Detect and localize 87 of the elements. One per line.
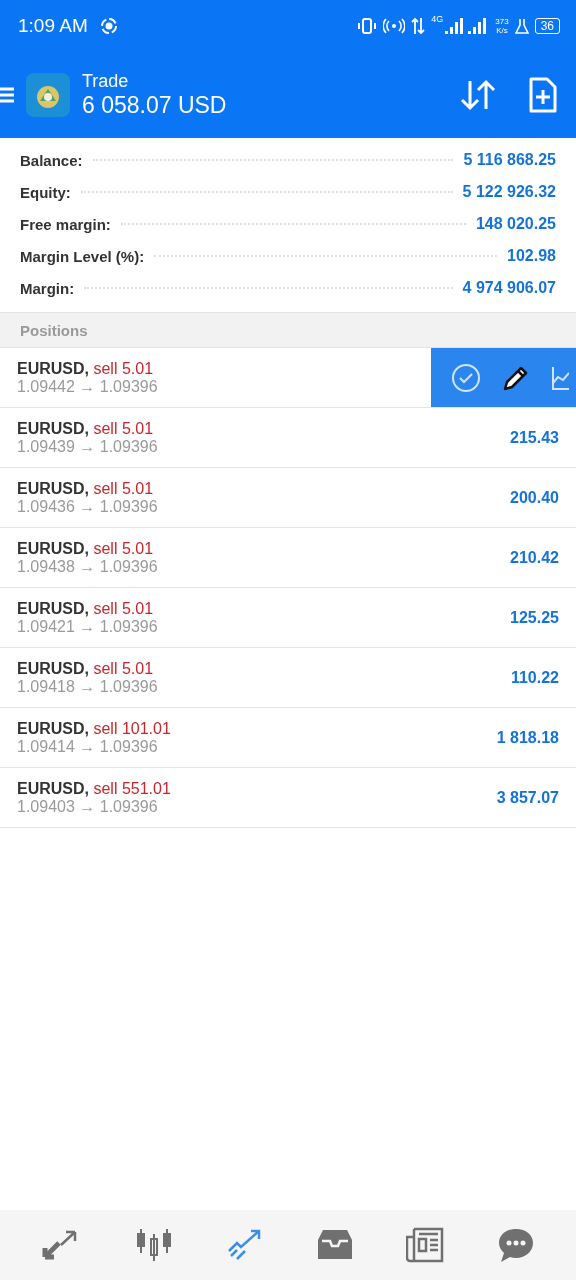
position-type: sell 5.01 xyxy=(93,659,154,677)
position-symbol: EURUSD, xyxy=(17,659,89,677)
position-row[interactable]: EURUSD, sell 101.01 1.09414 → 1.09396 1 818.18 xyxy=(0,708,576,768)
open-price: 1.09421 xyxy=(17,617,75,635)
menu-icon[interactable] xyxy=(0,86,16,104)
position-type: sell 5.01 xyxy=(93,599,154,617)
record-icon xyxy=(99,17,118,35)
open-price: 1.09403 xyxy=(17,797,75,815)
position-profit: 210.42 xyxy=(510,548,559,567)
position-row[interactable]: EURUSD, sell 5.01 1.09421 → 1.09396 125.25 xyxy=(0,588,576,648)
price-arrow: → xyxy=(79,617,96,635)
position-row[interactable]: EURUSD, sell 5.01 1.09418 → 1.09396 110.22 xyxy=(0,648,576,708)
status-time: 1:09 AM xyxy=(18,15,88,37)
current-price: 1.09396 xyxy=(99,557,158,575)
price-arrow: → xyxy=(79,797,96,815)
app-logo-icon xyxy=(26,73,70,117)
chat-icon[interactable] xyxy=(497,1227,536,1263)
price-arrow: → xyxy=(79,737,96,755)
position-symbol: EURUSD, xyxy=(17,479,89,497)
price-arrow: → xyxy=(79,437,96,455)
open-price: 1.09418 xyxy=(17,677,75,695)
current-price: 1.09396 xyxy=(99,797,158,815)
network-type: 4G xyxy=(431,14,444,24)
open-price: 1.09439 xyxy=(17,437,75,455)
speed-unit: K/s xyxy=(496,26,508,35)
current-price: 1.09396 xyxy=(99,677,158,695)
vibrate-icon xyxy=(357,17,378,35)
position-symbol: EURUSD, xyxy=(17,719,89,737)
screen-title: Trade xyxy=(82,71,130,92)
account-label: Free margin: xyxy=(20,215,111,233)
account-label: Margin Level (%): xyxy=(20,247,145,265)
account-balance: 6 058.07 USD xyxy=(82,92,228,119)
current-price: 1.09396 xyxy=(99,617,158,635)
position-symbol: EURUSD, xyxy=(17,419,89,437)
position-symbol: EURUSD, xyxy=(17,599,89,617)
open-price: 1.09436 xyxy=(17,497,75,515)
price-arrow: → xyxy=(79,677,96,695)
sort-icon[interactable] xyxy=(460,79,496,111)
account-label: Balance: xyxy=(20,151,83,169)
price-arrow: → xyxy=(79,497,96,515)
new-order-icon[interactable] xyxy=(528,77,558,113)
position-type: sell 5.01 xyxy=(93,479,154,497)
check-circle-icon[interactable] xyxy=(451,362,481,393)
position-profit: 125.25 xyxy=(510,608,559,627)
position-type: sell 551.01 xyxy=(93,779,171,797)
open-price: 1.09414 xyxy=(17,737,75,755)
position-symbol: EURUSD, xyxy=(17,539,89,557)
position-row[interactable]: EURUSD, sell 5.01 1.09438 → 1.09396 210.42 xyxy=(0,528,576,588)
account-value: 148 020.25 xyxy=(475,215,556,233)
account-value: 4 974 906.07 xyxy=(462,279,556,297)
position-row[interactable]: EURUSD, sell 5.01 1.09442 → 1.09396 xyxy=(0,348,576,408)
position-profit: 110.22 xyxy=(510,668,559,687)
position-type: sell 5.01 xyxy=(93,419,154,437)
position-row[interactable]: EURUSD, sell 5.01 1.09439 → 1.09396 215.43 xyxy=(0,408,576,468)
position-row[interactable]: EURUSD, sell 551.01 1.09403 → 1.09396 3 857.07 xyxy=(0,768,576,828)
position-type: sell 5.01 xyxy=(93,359,154,377)
position-row[interactable]: EURUSD, sell 5.01 1.09436 → 1.09396 200.40 xyxy=(0,468,576,528)
account-value: 5 116 868.25 xyxy=(463,151,556,169)
current-price: 1.09396 xyxy=(99,737,158,755)
open-price: 1.09438 xyxy=(17,557,75,575)
account-label: Equity: xyxy=(20,183,71,201)
position-profit: 3 857.07 xyxy=(496,788,559,807)
position-type: sell 101.01 xyxy=(93,719,171,737)
inbox-icon[interactable] xyxy=(316,1228,353,1262)
account-value: 5 122 926.32 xyxy=(462,183,556,201)
current-price: 1.09396 xyxy=(99,377,158,395)
position-profit: 200.40 xyxy=(510,488,559,507)
price-arrow: → xyxy=(79,557,96,575)
current-price: 1.09396 xyxy=(99,497,158,515)
position-type: sell 5.01 xyxy=(93,539,154,557)
data-arrows-icon xyxy=(411,17,426,35)
network-speed: 373 xyxy=(495,17,509,26)
position-profit: 215.43 xyxy=(510,428,559,447)
newspaper-icon[interactable] xyxy=(405,1227,444,1263)
position-symbol: EURUSD, xyxy=(17,359,89,377)
current-price: 1.09396 xyxy=(99,437,158,455)
account-value: 102.98 xyxy=(507,247,556,265)
position-symbol: EURUSD, xyxy=(17,779,89,797)
flask-icon xyxy=(514,17,529,35)
hotspot-icon xyxy=(383,17,406,35)
position-profit: 1 818.18 xyxy=(496,728,559,747)
price-arrow: → xyxy=(79,377,96,395)
account-label: Margin: xyxy=(20,279,75,297)
battery-indicator: 36 xyxy=(534,18,560,34)
open-price: 1.09442 xyxy=(17,377,75,395)
candlestick-icon[interactable] xyxy=(134,1228,174,1262)
section-title: Positions xyxy=(20,321,88,339)
